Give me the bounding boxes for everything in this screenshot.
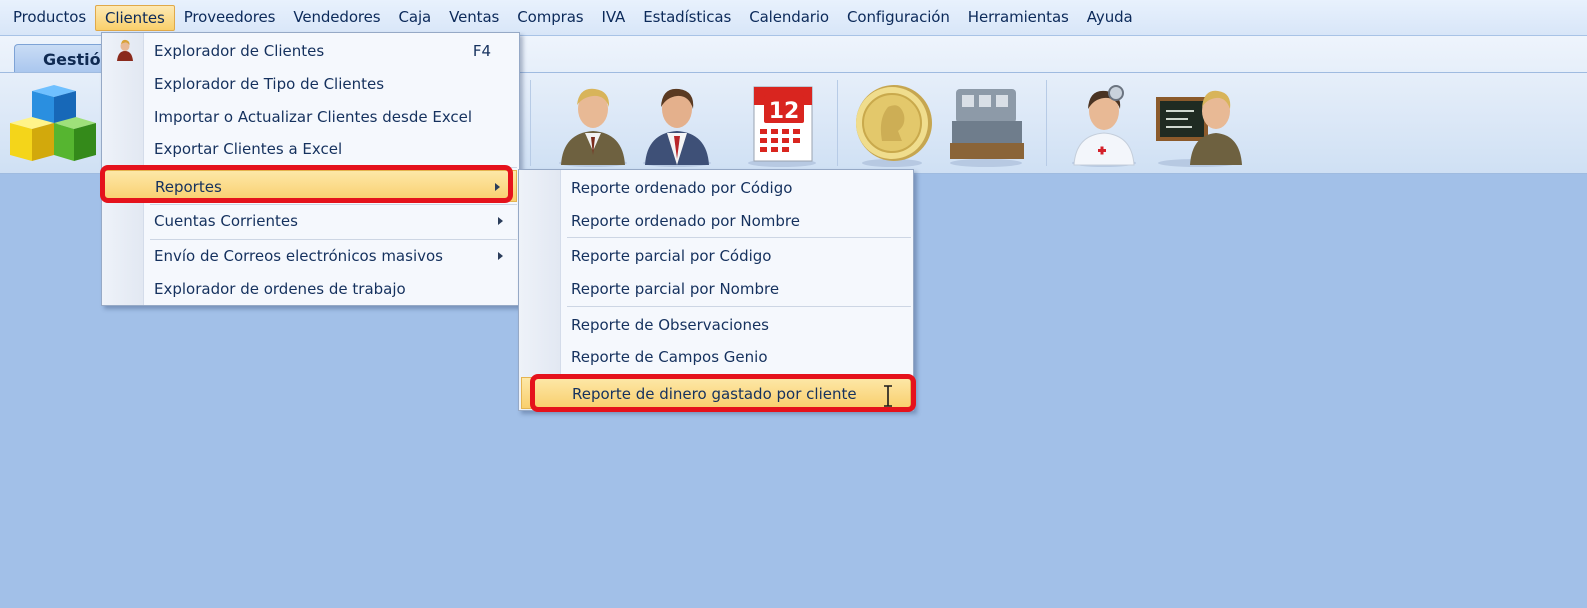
explorador-ordenes-label: Explorador de ordenes de trabajo bbox=[154, 280, 406, 298]
menu-configuracion[interactable]: Configuración bbox=[838, 5, 959, 31]
reportes-submenu: Reporte ordenado por Código Reporte orde… bbox=[518, 169, 914, 411]
salesman-icon[interactable] bbox=[553, 81, 633, 167]
reporte-campos-genio-label: Reporte de Campos Genio bbox=[571, 348, 768, 366]
envio-correos-label: Envío de Correos electrónicos masivos bbox=[154, 247, 443, 265]
menu-calendario[interactable]: Calendario bbox=[740, 5, 838, 31]
importar-clientes-excel-label: Importar o Actualizar Clientes desde Exc… bbox=[154, 108, 473, 126]
cuentas-corrientes-label: Cuentas Corrientes bbox=[154, 212, 298, 230]
products-cubes-icon[interactable] bbox=[6, 81, 98, 167]
explorador-tipo-clientes-item[interactable]: Explorador de Tipo de Clientes bbox=[102, 68, 519, 100]
ribbon-separator bbox=[1046, 80, 1047, 166]
reporte-parcial-codigo-label: Reporte parcial por Código bbox=[571, 247, 772, 265]
text-cursor-icon bbox=[884, 385, 892, 407]
reporte-parcial-codigo-item[interactable]: Reporte parcial por Código bbox=[519, 240, 913, 272]
cuentas-corrientes-item[interactable]: Cuentas Corrientes bbox=[102, 205, 519, 237]
menu-ayuda[interactable]: Ayuda bbox=[1078, 5, 1142, 31]
submenu-arrow-icon bbox=[498, 217, 503, 225]
menu-productos[interactable]: Productos bbox=[4, 5, 95, 31]
submenu-arrow-icon bbox=[498, 252, 503, 260]
explorador-ordenes-item[interactable]: Explorador de ordenes de trabajo bbox=[102, 273, 519, 305]
menu-estadisticas[interactable]: Estadísticas bbox=[634, 5, 740, 31]
submenu-arrow-icon bbox=[495, 183, 500, 191]
exportar-clientes-excel-label: Exportar Clientes a Excel bbox=[154, 140, 343, 158]
reporte-parcial-nombre-label: Reporte parcial por Nombre bbox=[571, 280, 780, 298]
reporte-campos-genio-item[interactable]: Reporte de Campos Genio bbox=[519, 341, 913, 373]
menu-separator bbox=[150, 167, 517, 168]
ribbon-separator bbox=[837, 80, 838, 166]
svg-text:12: 12 bbox=[769, 99, 800, 124]
ribbon-separator bbox=[530, 80, 531, 166]
envio-correos-item[interactable]: Envío de Correos electrónicos masivos bbox=[102, 240, 519, 272]
menu-proveedores[interactable]: Proveedores bbox=[175, 5, 285, 31]
explorador-clientes-label: Explorador de Clientes bbox=[154, 42, 325, 60]
reporte-observaciones-label: Reporte de Observaciones bbox=[571, 316, 769, 334]
clientes-menu: Explorador de Clientes F4 Explorador de … bbox=[101, 32, 520, 306]
menu-iva[interactable]: IVA bbox=[593, 5, 635, 31]
technician-icon[interactable] bbox=[1064, 81, 1144, 167]
menu-caja[interactable]: Caja bbox=[390, 5, 441, 31]
reportes-item[interactable]: Reportes bbox=[104, 170, 517, 202]
menu-separator bbox=[567, 375, 911, 376]
menu-separator bbox=[567, 306, 911, 307]
reporte-ordenado-codigo-label: Reporte ordenado por Código bbox=[571, 179, 793, 197]
reporte-observaciones-item[interactable]: Reporte de Observaciones bbox=[519, 309, 913, 341]
explorador-tipo-clientes-label: Explorador de Tipo de Clientes bbox=[154, 75, 385, 93]
coin-icon[interactable] bbox=[852, 81, 932, 167]
reportes-label: Reportes bbox=[155, 178, 222, 196]
reporte-ordenado-nombre-label: Reporte ordenado por Nombre bbox=[571, 212, 800, 230]
calendar-icon[interactable]: 12 bbox=[742, 81, 822, 167]
importar-clientes-excel-item[interactable]: Importar o Actualizar Clientes desde Exc… bbox=[102, 101, 519, 133]
reporte-dinero-gastado-item[interactable]: Reporte de dinero gastado por cliente bbox=[521, 377, 911, 409]
vendor-icon[interactable] bbox=[637, 81, 717, 167]
reporte-ordenado-codigo-item[interactable]: Reporte ordenado por Código bbox=[519, 172, 913, 204]
teacher-blackboard-icon[interactable] bbox=[1152, 81, 1244, 167]
menu-clientes[interactable]: Clientes bbox=[95, 4, 175, 31]
menu-bar: Productos Clientes Proveedores Vendedore… bbox=[0, 0, 1587, 36]
reporte-dinero-gastado-label: Reporte de dinero gastado por cliente bbox=[572, 385, 857, 403]
cash-register-icon[interactable] bbox=[946, 81, 1026, 167]
menu-vendedores[interactable]: Vendedores bbox=[284, 5, 389, 31]
exportar-clientes-excel-item[interactable]: Exportar Clientes a Excel bbox=[102, 133, 519, 165]
explorador-clientes-item[interactable]: Explorador de Clientes F4 bbox=[102, 35, 519, 67]
reporte-parcial-nombre-item[interactable]: Reporte parcial por Nombre bbox=[519, 273, 913, 305]
menu-herramientas[interactable]: Herramientas bbox=[959, 5, 1078, 31]
menu-compras[interactable]: Compras bbox=[508, 5, 592, 31]
shortcut-f4: F4 bbox=[472, 42, 491, 60]
menu-separator bbox=[567, 237, 911, 238]
reporte-ordenado-nombre-item[interactable]: Reporte ordenado por Nombre bbox=[519, 205, 913, 237]
menu-ventas[interactable]: Ventas bbox=[440, 5, 508, 31]
